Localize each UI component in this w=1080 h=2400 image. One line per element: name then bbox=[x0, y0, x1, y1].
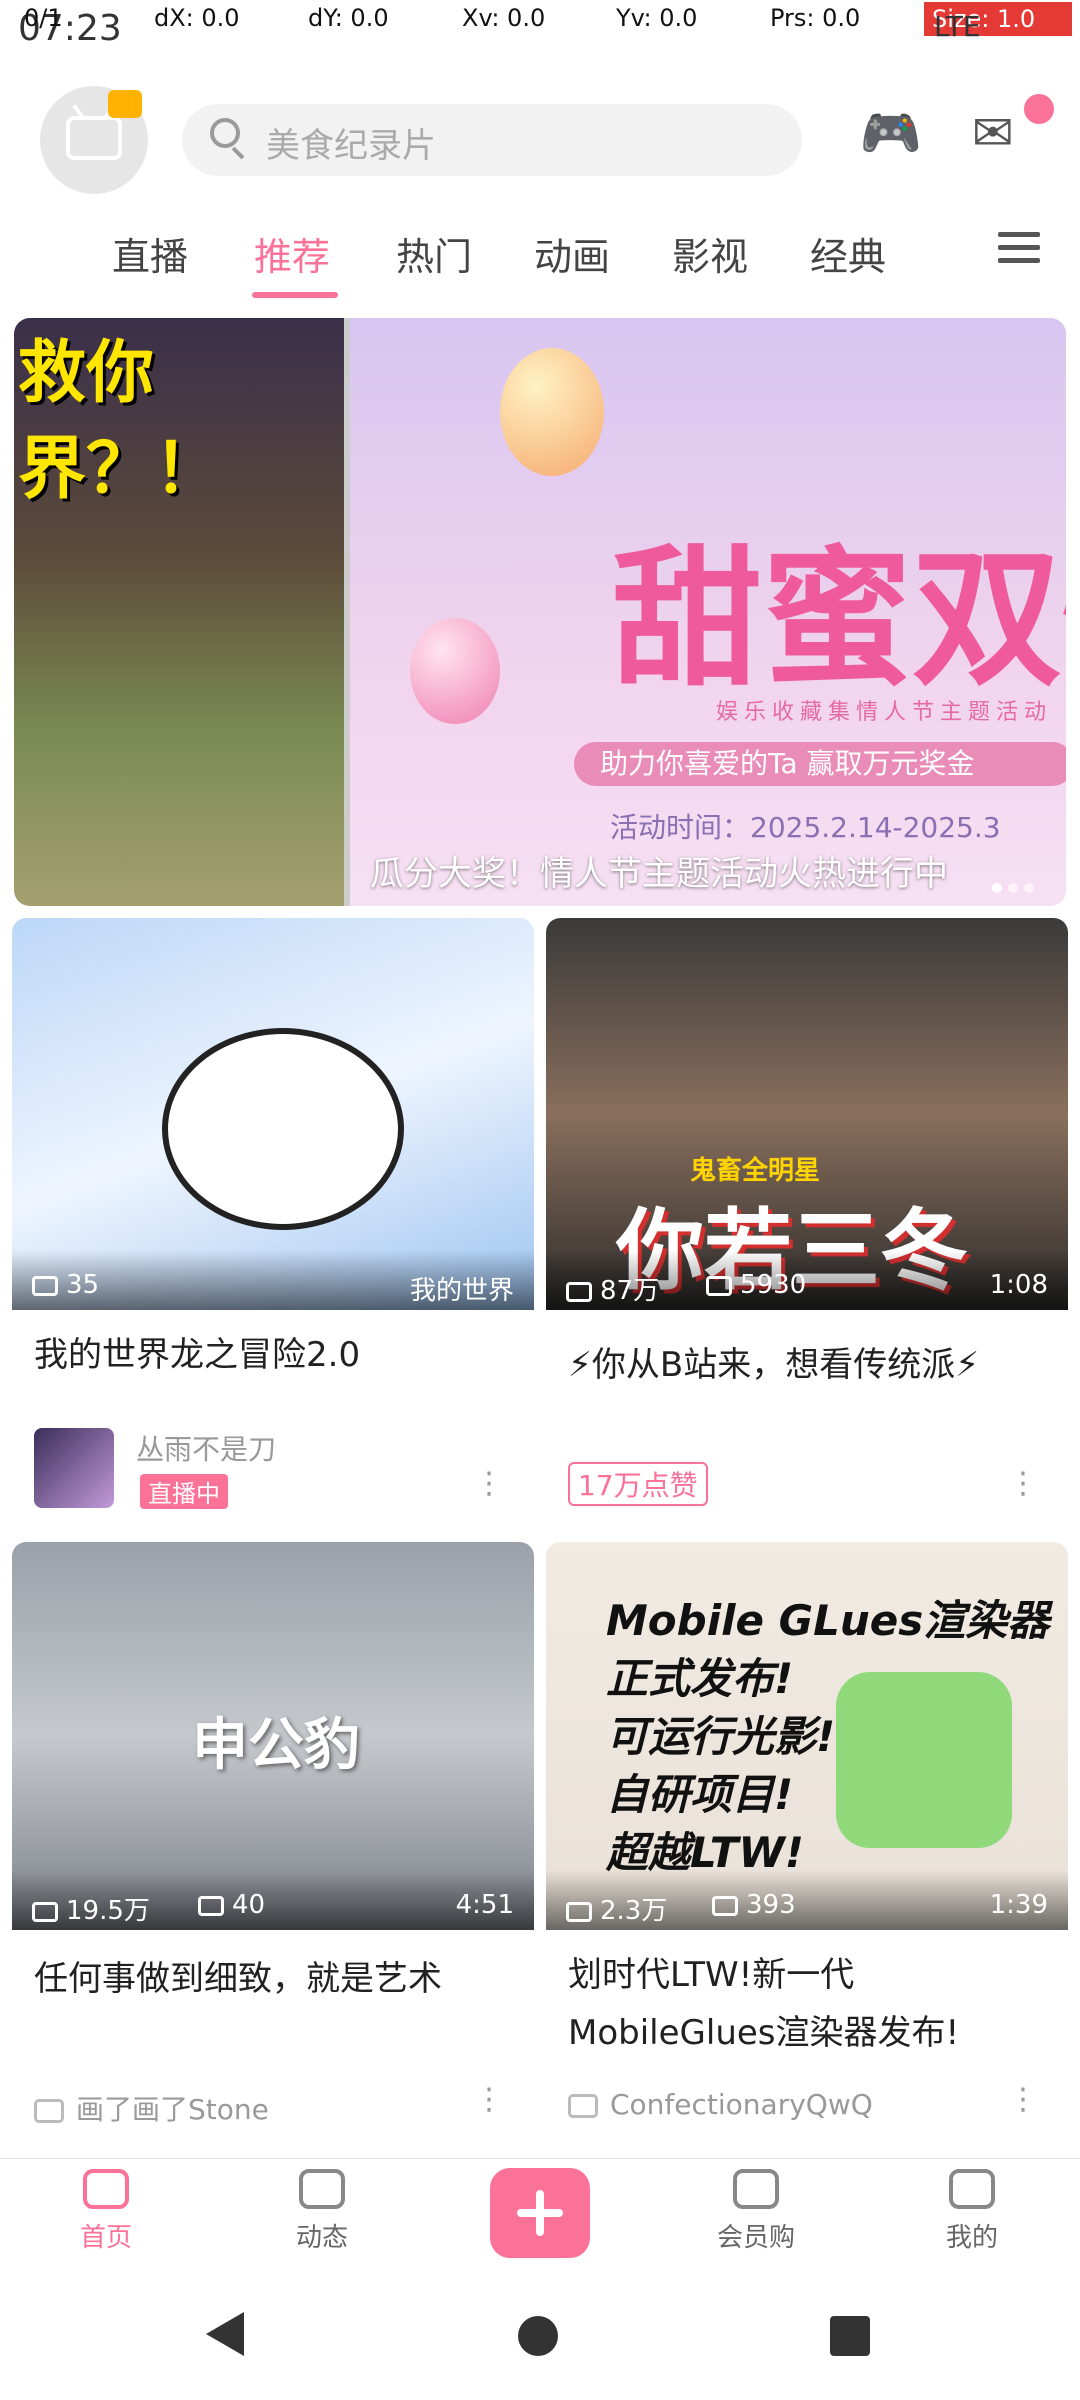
tab-menu-icon[interactable] bbox=[994, 224, 1044, 274]
uploader-row[interactable]: 画了画了Stone bbox=[34, 2088, 269, 2128]
debug-xv: Xv: 0.0 bbox=[462, 4, 546, 32]
banner-slide-valentine: 甜蜜双情 娱乐收藏集情人节主题活动 助力你喜爱的Ta 赢取万元奖金 活动时间：2… bbox=[350, 318, 1066, 906]
danmaku-icon bbox=[198, 1896, 224, 1916]
danmaku-count: 5930 bbox=[706, 1270, 806, 1300]
balloon-image bbox=[500, 348, 604, 476]
uploader-avatar[interactable] bbox=[34, 1428, 114, 1508]
uploader-name[interactable]: 画了画了Stone bbox=[76, 2093, 269, 2126]
tab-film[interactable]: 影视 bbox=[672, 226, 748, 281]
uploader-name[interactable]: 丛雨不是刀 bbox=[136, 1428, 276, 1468]
debug-prs: Prs: 0.0 bbox=[770, 4, 861, 32]
app-logo-image bbox=[836, 1672, 1012, 1848]
like-badge: 17万点赞 bbox=[568, 1462, 708, 1506]
thumbnail-text: 申公豹 bbox=[192, 1713, 360, 1778]
danmaku-icon bbox=[706, 1276, 732, 1296]
active-tab-indicator bbox=[252, 292, 338, 298]
video-card[interactable]: Mobile GLues渲染器 正式发布! 可运行光影! 自研项目! 超越LTW… bbox=[546, 1542, 1068, 2146]
video-title: 划时代LTW!新一代MobileGlues渲染器发布! bbox=[568, 1955, 960, 2053]
uploader-row[interactable]: ConfectionaryQwQ bbox=[568, 2088, 873, 2121]
banner-date: 活动时间：2025.2.14-2025.3 bbox=[610, 811, 1001, 844]
home-icon bbox=[83, 2169, 129, 2209]
debug-yv: Yv: 0.0 bbox=[616, 4, 698, 32]
nav-shop[interactable]: 会员购 bbox=[686, 2169, 826, 2254]
more-options-icon[interactable]: ⋮ bbox=[998, 2082, 1048, 2117]
dynamic-icon bbox=[299, 2169, 345, 2209]
recents-icon[interactable] bbox=[830, 2316, 870, 2356]
search-input[interactable]: 美食纪录片 bbox=[266, 118, 436, 167]
upload-plus-button[interactable] bbox=[490, 2168, 590, 2258]
balloon-image bbox=[410, 618, 500, 724]
view-icon bbox=[566, 1282, 592, 1302]
game-center-icon[interactable]: 🎮 bbox=[858, 100, 924, 166]
debug-dx: dX: 0.0 bbox=[154, 4, 240, 32]
video-thumbnail: 35 我的世界 bbox=[12, 918, 534, 1310]
view-count: 87万 bbox=[566, 1270, 659, 1307]
avatar-badge bbox=[108, 90, 142, 118]
video-title: ⚡你从B站来，想看传统派⚡ bbox=[568, 1345, 980, 1385]
back-icon[interactable] bbox=[206, 2312, 244, 2356]
more-options-icon[interactable]: ⋮ bbox=[464, 1466, 514, 1501]
up-icon bbox=[34, 2099, 64, 2123]
network-indicator: LTE bbox=[934, 10, 981, 43]
video-duration: 1:39 bbox=[989, 1890, 1048, 1920]
video-card[interactable]: 鬼畜全明星 你若三冬 87万 5930 1:08 ⚡你从B站来，想看传统派⚡ 1… bbox=[546, 918, 1068, 1530]
video-duration: 1:08 bbox=[989, 1270, 1048, 1300]
debug-dy: dY: 0.0 bbox=[308, 4, 389, 32]
banner-headline: 甜蜜双情 bbox=[612, 531, 1066, 707]
more-options-icon[interactable]: ⋮ bbox=[998, 1466, 1048, 1501]
category-tag: 我的世界 bbox=[409, 1276, 514, 1306]
video-stats: 19.5万 40 4:51 bbox=[12, 1870, 534, 1930]
debug-pointer: 0/1 bbox=[24, 4, 63, 32]
tab-anime[interactable]: 动画 bbox=[534, 226, 610, 281]
video-stats: 87万 5930 1:08 bbox=[546, 1250, 1068, 1310]
thumbnail-art bbox=[162, 1028, 404, 1230]
nav-home[interactable]: 首页 bbox=[36, 2169, 176, 2254]
tab-recommend[interactable]: 推荐 bbox=[254, 226, 330, 281]
nav-mine[interactable]: 我的 bbox=[902, 2169, 1042, 2254]
nav-dynamic[interactable]: 动态 bbox=[252, 2169, 392, 2254]
mail-icon[interactable]: ✉ bbox=[960, 100, 1026, 166]
notification-badge bbox=[1024, 94, 1054, 124]
tab-classic[interactable]: 经典 bbox=[810, 226, 886, 281]
video-thumbnail: 鬼畜全明星 你若三冬 87万 5930 1:08 bbox=[546, 918, 1068, 1310]
view-icon bbox=[32, 1902, 58, 1922]
video-title: 我的世界龙之冒险2.0 bbox=[34, 1335, 361, 1375]
view-count: 35 bbox=[32, 1270, 99, 1300]
banner-subline: 娱乐收藏集情人节主题活动 bbox=[716, 700, 1053, 725]
uploader-name[interactable]: ConfectionaryQwQ bbox=[610, 2088, 873, 2121]
video-duration: 4:51 bbox=[455, 1890, 514, 1920]
tab-live[interactable]: 直播 bbox=[112, 226, 188, 281]
view-count: 19.5万 bbox=[32, 1890, 150, 1927]
danmaku-icon bbox=[712, 1896, 738, 1916]
banner-carousel[interactable]: 救你 界？！ 甜蜜双情 娱乐收藏集情人节主题活动 助力你喜爱的Ta 赢取万元奖金… bbox=[14, 318, 1066, 906]
live-badge: 直播中 bbox=[140, 1474, 228, 1509]
video-stats: 35 我的世界 bbox=[12, 1250, 534, 1310]
banner-left-text: 救你 界？！ bbox=[18, 334, 223, 509]
banner-slide-minecraft: 救你 界？！ bbox=[14, 318, 344, 906]
up-icon bbox=[568, 2094, 598, 2118]
tab-hot[interactable]: 热门 bbox=[396, 226, 472, 281]
danmaku-count: 40 bbox=[198, 1890, 265, 1920]
video-thumbnail: 申公豹 19.5万 40 4:51 bbox=[12, 1542, 534, 1930]
video-card[interactable]: 申公豹 19.5万 40 4:51 任何事做到细致，就是艺术 画了画了Stone… bbox=[12, 1542, 534, 2146]
view-count: 2.3万 bbox=[566, 1890, 667, 1927]
video-thumbnail: Mobile GLues渲染器 正式发布! 可运行光影! 自研项目! 超越LTW… bbox=[546, 1542, 1068, 1930]
tv-icon bbox=[66, 116, 122, 160]
profile-icon bbox=[949, 2169, 995, 2209]
danmaku-count: 393 bbox=[712, 1890, 796, 1920]
more-options-icon[interactable]: ⋮ bbox=[464, 2082, 514, 2117]
video-title: 任何事做到细致，就是艺术 bbox=[34, 1959, 442, 1999]
shop-icon bbox=[733, 2169, 779, 2209]
search-icon bbox=[210, 118, 240, 148]
video-card[interactable]: 35 我的世界 我的世界龙之冒险2.0 丛雨不是刀 直播中 ⋮ bbox=[12, 918, 534, 1530]
banner-page-dots bbox=[986, 878, 1034, 897]
video-stats: 2.3万 393 1:39 bbox=[546, 1870, 1068, 1930]
view-icon bbox=[566, 1902, 592, 1922]
home-button-icon[interactable] bbox=[518, 2316, 558, 2356]
view-icon bbox=[32, 1276, 58, 1296]
banner-pill: 助力你喜爱的Ta 赢取万元奖金 bbox=[574, 742, 1066, 786]
banner-caption: 瓜分大奖！情人节主题活动火热进行中 bbox=[370, 854, 948, 894]
